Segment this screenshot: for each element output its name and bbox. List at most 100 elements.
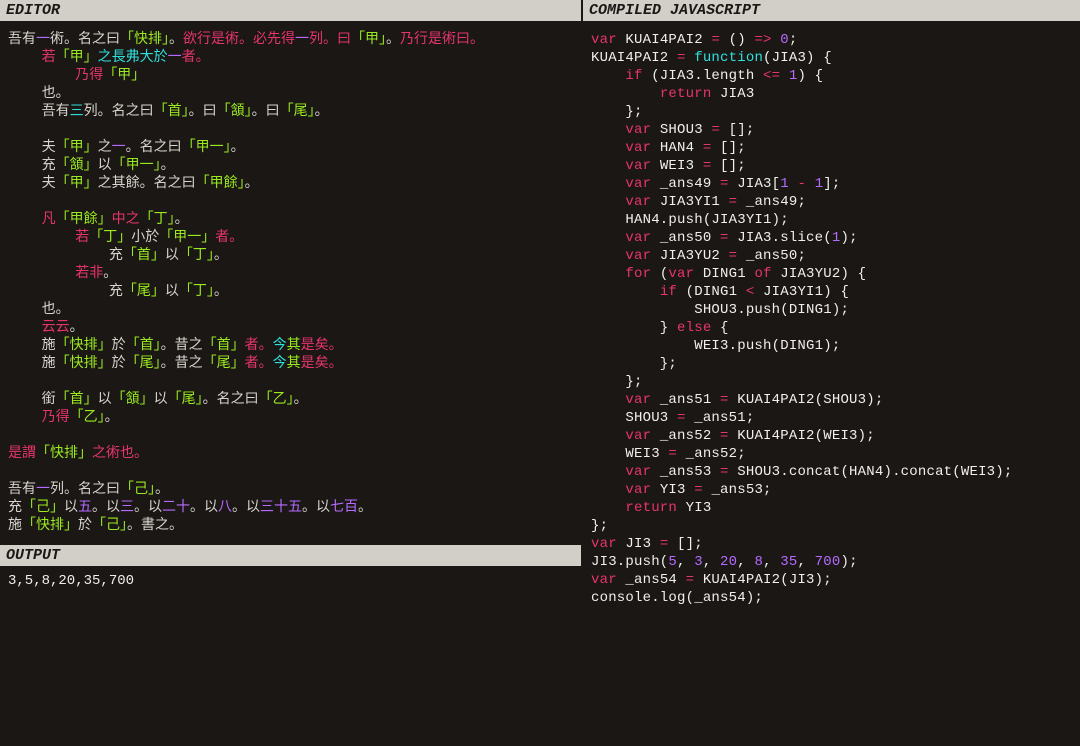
js-l23-e: KUAI4PAI2(WEI3); (729, 428, 875, 444)
js-l17-b: else (677, 320, 711, 336)
output-title: OUTPUT (0, 545, 581, 566)
ed-l26-b: 一 (36, 482, 50, 498)
ed-l1-b: 一 (36, 32, 50, 48)
ed-l11-e: 「丁」 (140, 212, 175, 228)
js-l23-b: var (625, 428, 651, 444)
ed-l27-h: 二十 (162, 500, 190, 516)
ed-l28-c: 於 (78, 518, 92, 534)
js-l29-a: var (591, 536, 617, 552)
ed-l18-f: 「首」 (203, 338, 245, 354)
js-l15-a (591, 284, 660, 300)
js-l27-a (591, 500, 625, 516)
js-l27-b: return (625, 500, 677, 516)
js-l30-k: , (797, 554, 814, 570)
ed-l27-b: 「己」 (22, 500, 64, 516)
js-l16-a: SHOU3.push(DING1); (591, 302, 849, 318)
js-l10-c: JIA3YI1 (651, 194, 728, 210)
js-l10-a (591, 194, 625, 210)
ed-l18-j: 是矣。 (301, 338, 343, 354)
output-body[interactable]: 3,5,8,20,35,700 (0, 566, 581, 602)
ed-l27-c: 以 (64, 500, 78, 516)
ed-l7-a: 夫 (8, 140, 56, 156)
ed-l1-h: 列。曰 (309, 32, 351, 48)
ed-l15-b: 「尾」 (123, 284, 165, 300)
app-root: EDITOR 吾有一術。名之曰「快排」。欲行是術。必先得一列。曰「甲」。乃行是術… (0, 0, 1080, 746)
js-l27-c: YI3 (677, 500, 711, 516)
js-l3-a (591, 68, 625, 84)
ed-l9-a: 夫 (8, 176, 56, 192)
ed-l26-e: 。 (155, 482, 169, 498)
js-l14-b: for (625, 266, 651, 282)
js-l14-f: of (754, 266, 771, 282)
ed-l7-d: 一 (112, 140, 126, 156)
ed-l2-b: 若 (42, 50, 56, 66)
ed-l27-f: 三 (120, 500, 134, 516)
js-l28-a: }; (591, 518, 608, 534)
ed-l19-a: 施 (8, 356, 56, 372)
ed-l27-e: 。以 (92, 500, 120, 516)
ed-l19-i: 其 (287, 356, 301, 372)
js-l26-e: _ans53; (703, 482, 772, 498)
ed-l11-f: 。 (175, 212, 189, 228)
ed-l8-e: 。 (161, 158, 175, 174)
ed-l27-k: 。以 (232, 500, 260, 516)
ed-l5-c: 列。名之曰 (84, 104, 154, 120)
ed-l3-b: 乃得 (75, 68, 103, 84)
ed-l24-b: 「快排」 (36, 446, 92, 462)
compiled-title: COMPILED JAVASCRIPT (583, 0, 1080, 21)
ed-l16-a: 也。 (8, 302, 70, 318)
ed-l22-a (8, 410, 42, 426)
js-l12-d: = (720, 230, 729, 246)
ed-l22-c: 「乙」 (70, 410, 105, 426)
js-l12-b: var (625, 230, 651, 246)
js-l20-a: }; (591, 374, 643, 390)
js-l19-a: }; (591, 356, 677, 372)
js-l6-b: var (625, 122, 651, 138)
js-l25-a (591, 464, 625, 480)
js-l12-c: _ans50 (651, 230, 720, 246)
js-l10-e: _ans49; (737, 194, 806, 210)
js-l30-c: , (677, 554, 694, 570)
ed-l21-b: 「首」 (56, 392, 98, 408)
js-l8-e: []; (711, 158, 745, 174)
js-l9-c: _ans49 (651, 176, 720, 192)
js-l7-b: var (625, 140, 651, 156)
ed-l8-c: 以 (98, 158, 112, 174)
ed-l18-g: 者。 (245, 338, 273, 354)
ed-l11-c: 「甲餘」 (56, 212, 112, 228)
js-l25-b: var (625, 464, 651, 480)
ed-l19-d: 「尾」 (126, 356, 161, 372)
js-l7-c: HAN4 (651, 140, 703, 156)
editor-title: EDITOR (0, 0, 581, 21)
js-l3-b: if (625, 68, 642, 84)
ed-l12-e: 「甲一」 (159, 230, 215, 246)
js-l21-c: _ans51 (651, 392, 720, 408)
js-l14-c: ( (651, 266, 668, 282)
ed-l2-e: 一 (168, 50, 182, 66)
ed-l9-c: 之其餘。名之曰 (98, 176, 196, 192)
ed-l27-o: 。 (358, 500, 372, 516)
ed-l1-g: 一 (295, 32, 309, 48)
js-l18-a: WEI3.push(DING1); (591, 338, 840, 354)
js-l9-e: JIA3[ (729, 176, 781, 192)
ed-l2-c: 「甲」 (56, 50, 98, 66)
editor-body[interactable]: 吾有一術。名之曰「快排」。欲行是術。必先得一列。曰「甲」。乃行是術曰。 若「甲」… (0, 21, 581, 545)
ed-l2-d: 之長弗大於 (98, 50, 168, 66)
ed-l13-c: 以 (165, 248, 179, 264)
ed-l5-f: 「頷」 (217, 104, 252, 120)
ed-l21-c: 以 (98, 392, 112, 408)
compiled-body[interactable]: var KUAI4PAI2 = () => 0; KUAI4PAI2 = fun… (583, 21, 1080, 746)
ed-l18-e: 。昔之 (161, 338, 203, 354)
ed-l19-c: 於 (112, 356, 126, 372)
ed-l5-e: 。曰 (189, 104, 217, 120)
ed-l8-b: 「頷」 (56, 158, 98, 174)
ed-l8-d: 「甲一」 (112, 158, 161, 174)
js-l8-b: var (625, 158, 651, 174)
js-l30-j: 35 (780, 554, 797, 570)
js-l6-c: SHOU3 (651, 122, 711, 138)
js-l13-e: _ans50; (737, 248, 806, 264)
js-l29-b: JI3 (617, 536, 660, 552)
ed-l27-a: 充 (8, 500, 22, 516)
ed-l11-d: 中之 (112, 212, 140, 228)
ed-l22-b: 乃得 (42, 410, 70, 426)
